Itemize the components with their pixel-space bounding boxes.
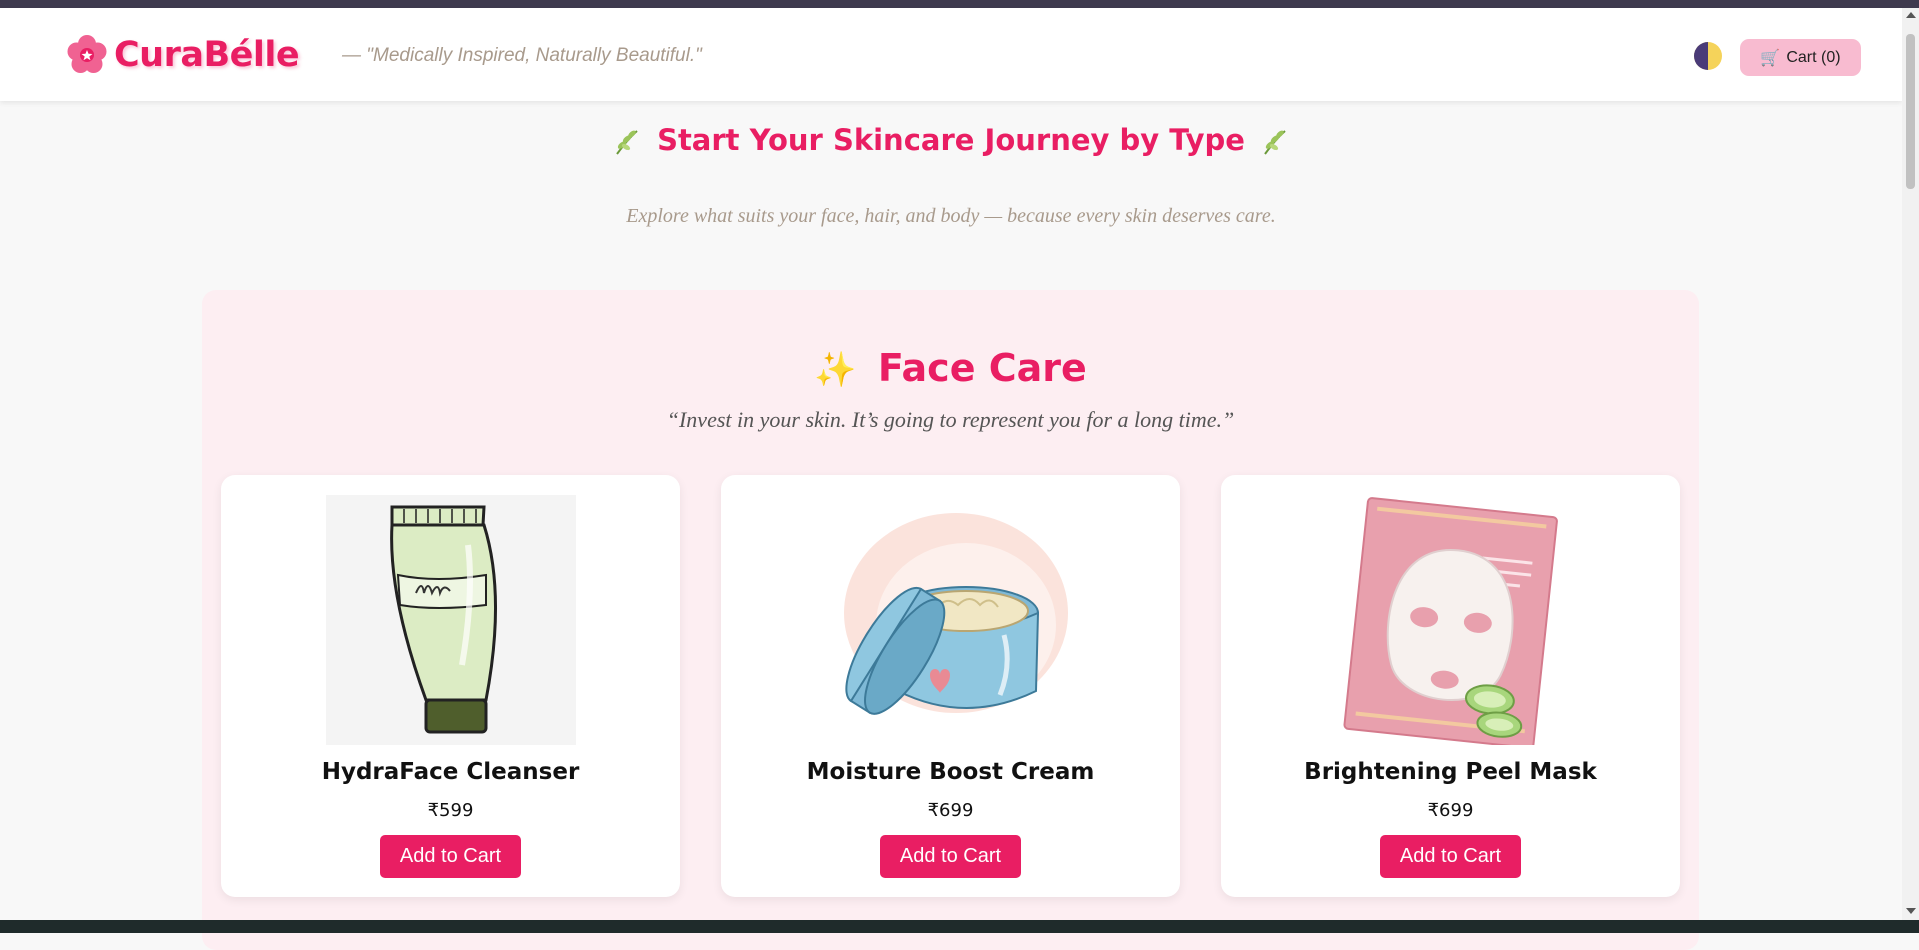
sparkles-icon: ✨ [814, 350, 857, 390]
journey-subtitle: Explore what suits your face, hair, and … [626, 205, 1276, 227]
product-card: HydraFace Cleanser ₹599 Add to Cart [221, 475, 680, 897]
product-card: Brightening Peel Mask ₹699 Add to Cart [1221, 475, 1680, 897]
product-name: HydraFace Cleanser [321, 759, 580, 785]
journey-title-text: Start Your Skincare Journey by Type [657, 123, 1245, 157]
flower-icon [67, 35, 107, 73]
product-price: ₹599 [427, 800, 474, 821]
cart-button[interactable]: 🛒 Cart (0) [1740, 39, 1861, 76]
face-care-quote: “Invest in your skin. It’s going to repr… [666, 407, 1235, 432]
site-header: CuraBélle — "Medically Inspired, Natural… [0, 8, 1902, 101]
product-price: ₹699 [927, 800, 974, 821]
add-to-cart-button[interactable]: Add to Cart [380, 835, 521, 878]
add-to-cart-button[interactable]: Add to Cart [1380, 835, 1521, 878]
browser-top-strip [0, 0, 1919, 8]
product-price: ₹699 [1427, 800, 1474, 821]
cream-jar-image [826, 495, 1076, 745]
product-card: Moisture Boost Cream ₹699 Add to Cart [721, 475, 1180, 897]
scroll-up-arrow-icon[interactable] [1906, 12, 1916, 18]
page-scrollbar[interactable] [1902, 8, 1919, 920]
brand-name: CuraBélle [114, 35, 300, 75]
half-moon-icon [1694, 42, 1722, 70]
add-to-cart-button[interactable]: Add to Cart [880, 835, 1021, 878]
theme-toggle-button[interactable] [1693, 41, 1723, 71]
brand-tagline: — "Medically Inspired, Naturally Beautif… [342, 45, 702, 66]
sheet-mask-image [1326, 495, 1576, 745]
brand-logo[interactable]: CuraBélle [66, 34, 300, 76]
journey-heading: Start Your Skincare Journey by Type [0, 123, 1902, 157]
product-name: Brightening Peel Mask [1304, 759, 1597, 785]
cart-label: Cart (0) [1786, 48, 1841, 66]
scroll-down-arrow-icon[interactable] [1906, 908, 1916, 914]
shopping-cart-icon: 🛒 [1760, 49, 1781, 67]
cleanser-tube-image [326, 495, 576, 745]
scroll-thumb[interactable] [1906, 34, 1915, 189]
product-name: Moisture Boost Cream [806, 759, 1095, 785]
herb-icon [1264, 130, 1286, 155]
os-taskbar [0, 920, 1919, 933]
face-care-section: ✨ Face Care “Invest in your skin. It’s g… [202, 290, 1699, 950]
face-care-title: Face Care [877, 346, 1087, 390]
face-care-heading: ✨ Face Care [202, 346, 1699, 390]
herb-icon [616, 130, 638, 155]
